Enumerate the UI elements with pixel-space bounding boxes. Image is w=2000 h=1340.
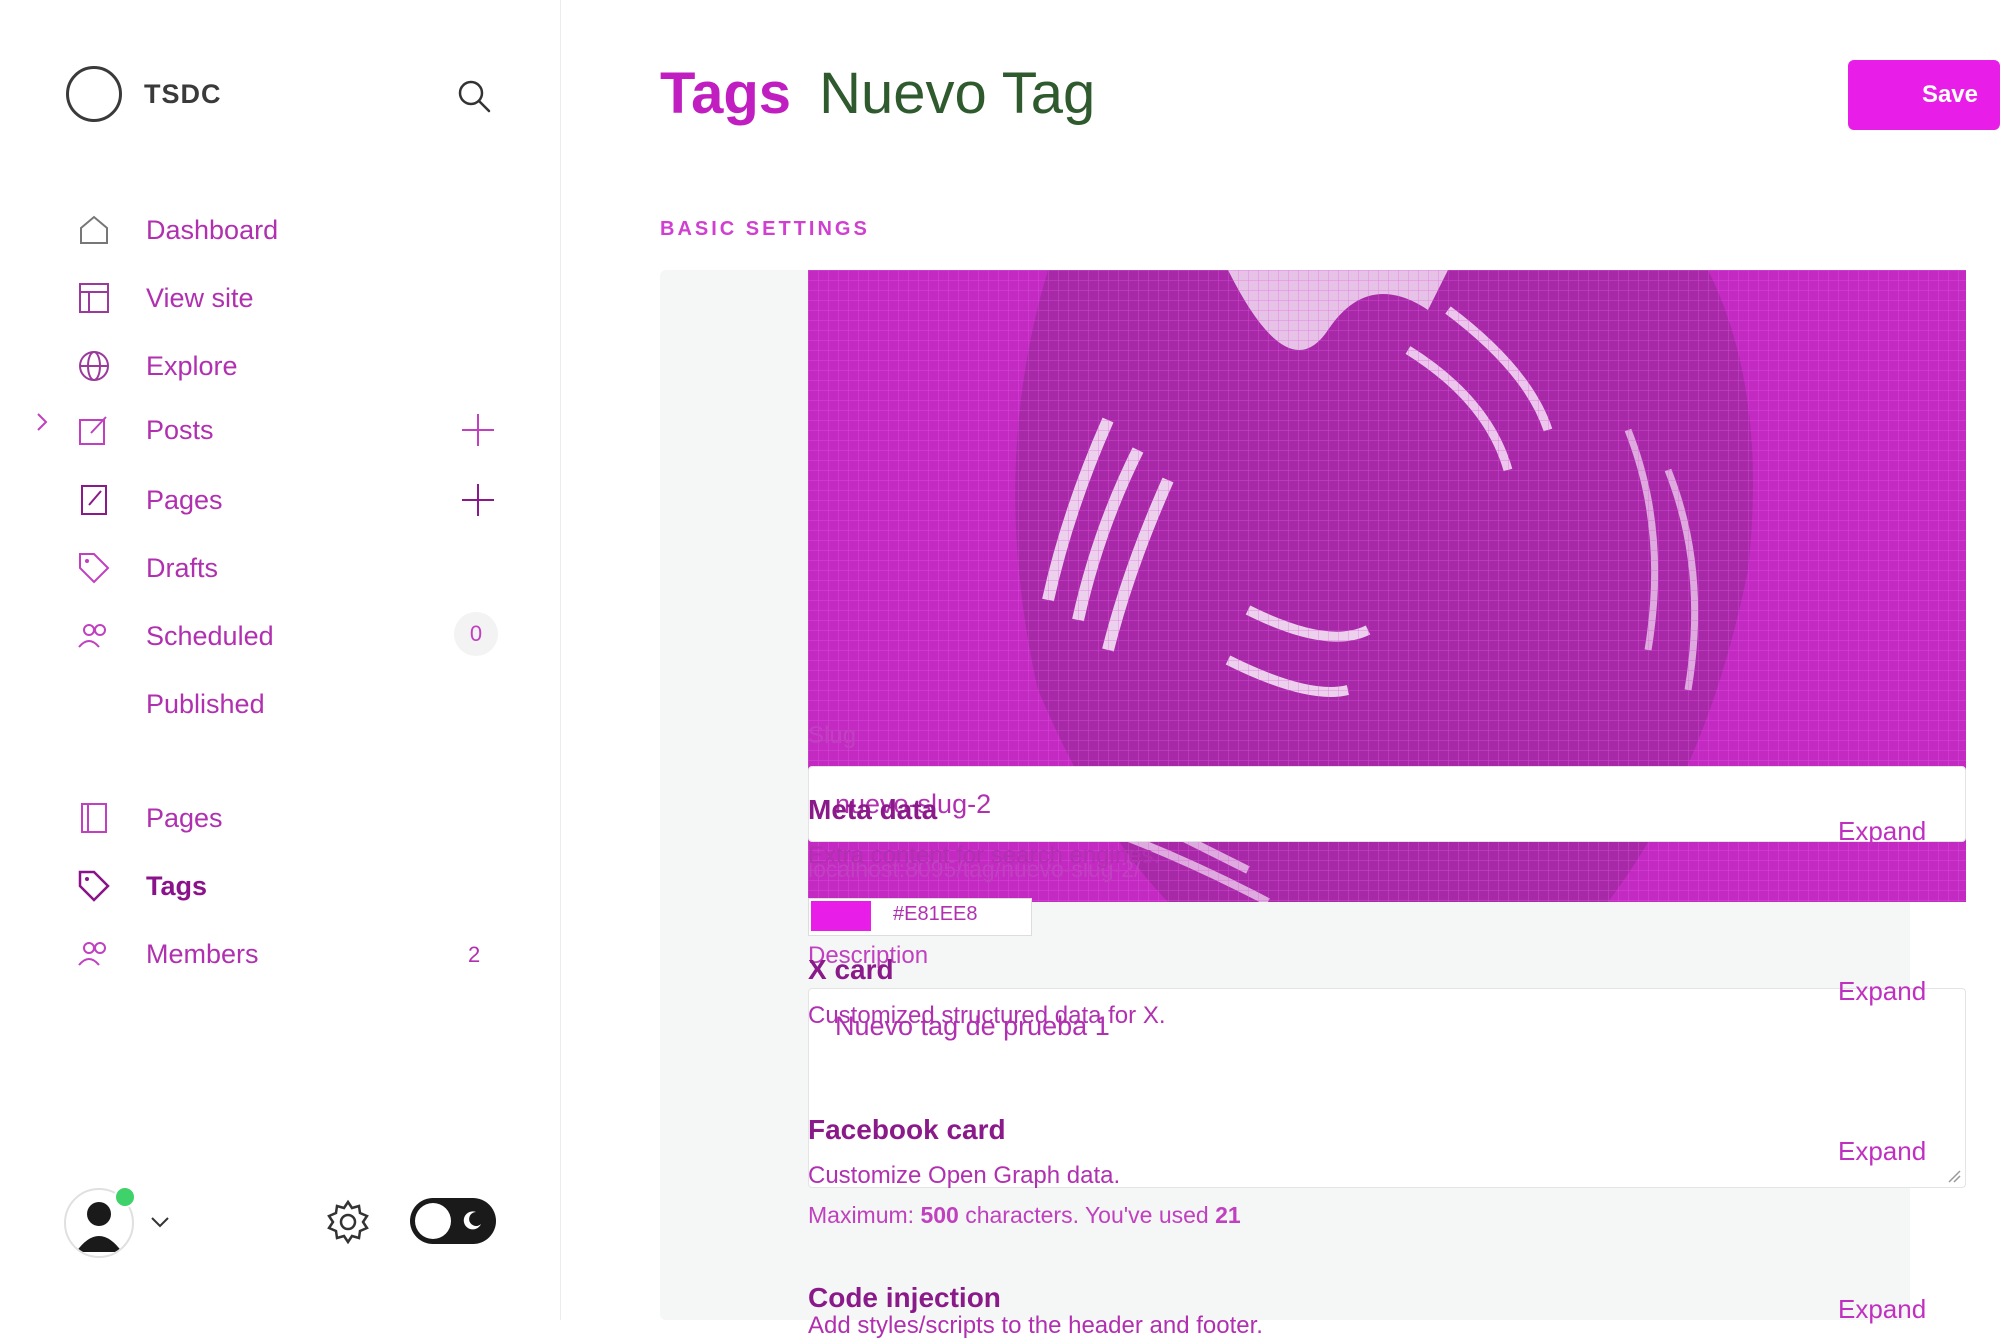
expand-facebook-card-button[interactable]: Expand xyxy=(1838,1136,1926,1167)
nav-members[interactable]: Members xyxy=(74,932,259,976)
nav-dashboard-label: Dashboard xyxy=(146,214,279,245)
tag-outline-icon xyxy=(74,548,114,588)
nav-posts-label: Posts xyxy=(146,414,214,445)
nav-posts-drafts[interactable]: Drafts xyxy=(74,546,218,590)
nav-posts-scheduled[interactable]: Scheduled xyxy=(74,614,274,658)
globe-icon xyxy=(74,346,114,386)
layout-icon xyxy=(74,278,114,318)
page-icon xyxy=(74,480,114,520)
color-swatch xyxy=(811,901,871,931)
slug-input[interactable]: nuevo-slug-2 xyxy=(808,766,1966,842)
facebook-card-title: Facebook card xyxy=(808,1114,1006,1145)
save-button[interactable]: Save xyxy=(1848,60,2000,130)
moon-icon xyxy=(463,1211,481,1230)
nav-view-site[interactable]: View site xyxy=(74,276,254,320)
nav-tags-label: Tags xyxy=(146,870,208,901)
nav-members-label: Members xyxy=(146,938,259,969)
section-heading: BASIC SETTINGS xyxy=(660,218,870,240)
nav-tags[interactable]: Tags xyxy=(74,864,207,908)
meta-data-desc: Extra content for search engines. xyxy=(808,842,1161,869)
nav-posts-published[interactable]: Published xyxy=(74,682,265,726)
online-status-dot xyxy=(114,1186,136,1208)
nav-posts-pages-label: Pages xyxy=(146,484,223,515)
nav-explore-label: Explore xyxy=(146,350,238,381)
tag-icon xyxy=(74,866,114,906)
breadcrumb-current: Nuevo Tag xyxy=(819,61,1096,126)
description-char-count: Maximum: 500 characters. You've used 21 xyxy=(808,1202,1241,1228)
site-name: TSDC xyxy=(144,78,222,109)
theme-toggle[interactable] xyxy=(410,1198,496,1244)
expand-x-card-button[interactable]: Expand xyxy=(1838,976,1926,1007)
pages-icon xyxy=(74,798,114,838)
code-injection-desc: Add styles/scripts to the header and foo… xyxy=(808,1312,1263,1339)
nav-posts-published-label: Published xyxy=(146,688,265,719)
search-icon[interactable] xyxy=(454,76,494,116)
accent-color-picker[interactable]: #E81EE8 xyxy=(808,898,1032,936)
facebook-card-desc: Customize Open Graph data. xyxy=(808,1162,1121,1189)
nav-posts-drafts-label: Drafts xyxy=(146,552,219,583)
resize-handle-icon[interactable] xyxy=(1947,1169,1961,1183)
sidebar: TSDC Dashboard View site Explore Posts P… xyxy=(0,0,561,1320)
nav-posts[interactable]: Posts xyxy=(74,408,214,452)
expand-code-injection-button[interactable]: Expand xyxy=(1838,1294,1926,1325)
nav-pages[interactable]: Pages xyxy=(74,796,223,840)
color-hex-value: #E81EE8 xyxy=(893,903,978,925)
page-title: Tags Nuevo Tag xyxy=(660,60,1095,127)
x-card-desc: Customized structured data for X. xyxy=(808,1002,1166,1029)
meta-data-title: Meta data xyxy=(808,794,938,825)
nav-explore[interactable]: Explore xyxy=(74,344,238,388)
home-icon xyxy=(74,210,114,250)
expand-meta-data-button[interactable]: Expand xyxy=(1838,816,1926,847)
nav-posts-scheduled-label: Scheduled xyxy=(146,620,274,651)
members-outline-icon xyxy=(74,616,114,656)
toggle-knob xyxy=(415,1203,451,1239)
nav-dashboard[interactable]: Dashboard xyxy=(74,208,278,252)
chevron-right-icon[interactable] xyxy=(30,410,54,434)
nav-view-site-label: View site xyxy=(146,282,254,313)
brand[interactable]: TSDC xyxy=(66,66,222,122)
meta-data-title: Code injection xyxy=(808,1282,1001,1313)
site-logo xyxy=(66,66,122,122)
main-content: Tags Nuevo Tag Save BASIC SETTINGS #E81E… xyxy=(560,0,2000,1339)
new-post-plus-icon[interactable] xyxy=(460,412,496,448)
nav-pages-label: Pages xyxy=(146,802,223,833)
new-page-plus-icon[interactable] xyxy=(460,482,496,518)
breadcrumb-root[interactable]: Tags xyxy=(660,61,791,126)
nav-posts-pages[interactable]: Pages xyxy=(74,478,223,522)
x-card-title: X card xyxy=(808,954,894,985)
members-count: 2 xyxy=(468,942,481,967)
chevron-down-icon[interactable] xyxy=(148,1210,172,1234)
scheduled-count-badge: 0 xyxy=(454,612,498,656)
edit-icon xyxy=(74,410,114,450)
gear-icon[interactable] xyxy=(324,1198,372,1246)
members-icon xyxy=(74,934,114,974)
slug-label: Slug xyxy=(808,722,857,749)
